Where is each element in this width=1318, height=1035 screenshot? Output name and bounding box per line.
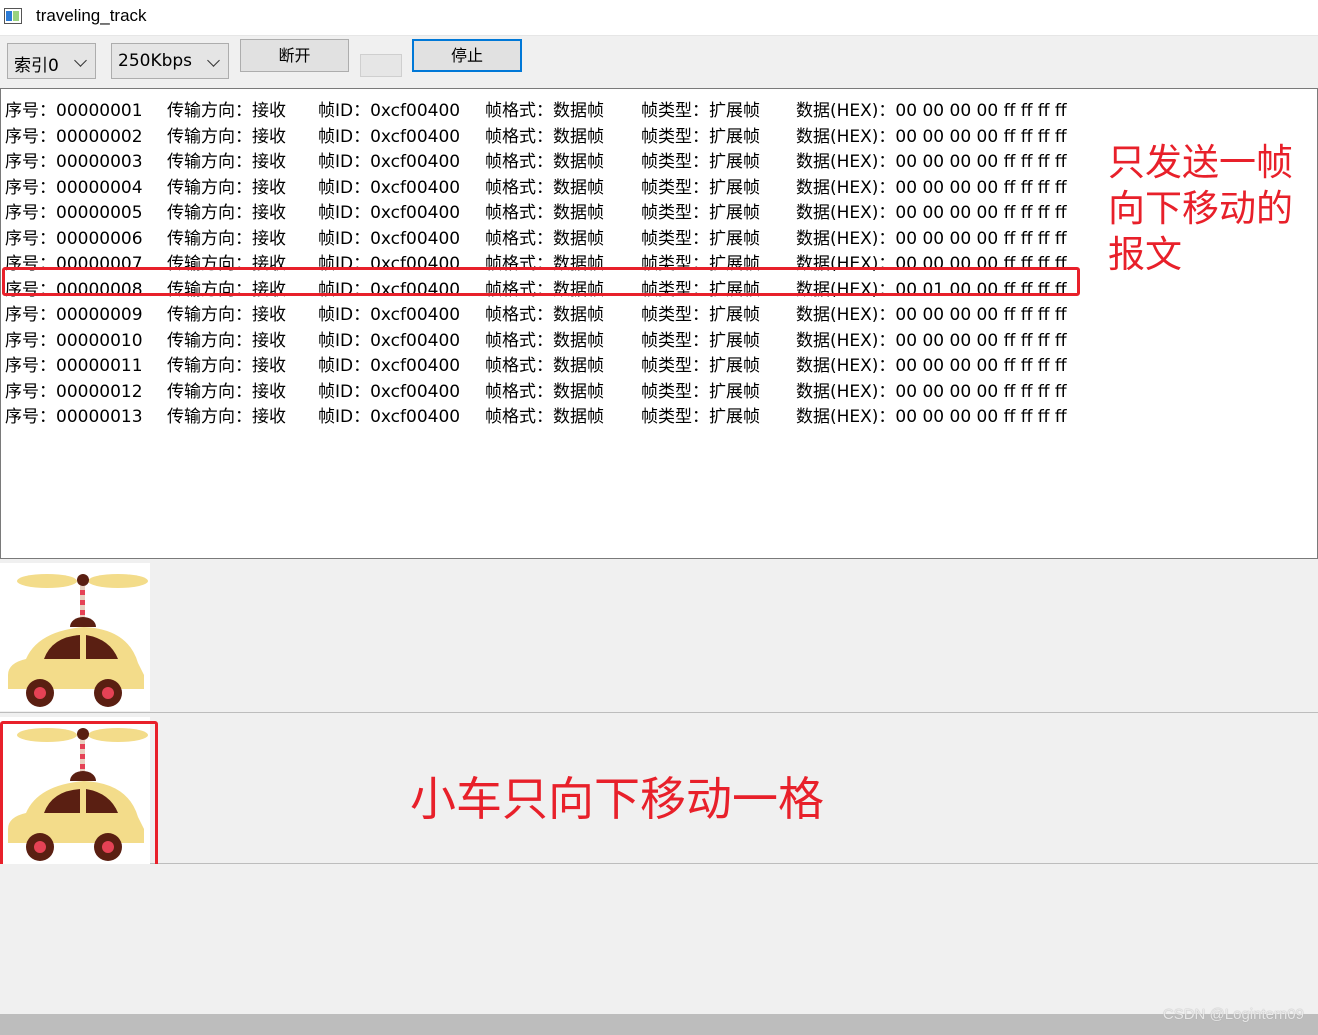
direction-cell: 传输方向：接收	[167, 407, 286, 427]
chevron-down-icon	[74, 54, 87, 67]
track-row-1	[0, 559, 1318, 713]
log-row[interactable]: 序号：00000002 传输方向：接收 帧ID：0xcf00400 帧格式：数据帧 帧类…	[5, 118, 1095, 147]
car-highlight-box	[0, 721, 158, 868]
app-window: traveling_track 索引0 250Kbps 断开 停止 序号：000…	[0, 0, 1318, 1035]
helicopter-car-icon	[8, 574, 148, 707]
frame-type-cell: 帧类型：扩展帧	[641, 407, 760, 427]
log-row[interactable]: 序号：00000012 传输方向：接收 帧ID：0xcf00400 帧格式：数据帧 帧类…	[5, 373, 1095, 402]
log-row[interactable]: 序号：00000011 传输方向：接收 帧ID：0xcf00400 帧格式：数据帧 帧类…	[5, 347, 1095, 376]
car-annotation: 小车只向下移动一格	[410, 772, 824, 826]
log-annotation: 只发送一帧向下移动的报文	[1108, 141, 1293, 276]
watermark: CSDN @Logintern09	[1162, 1006, 1304, 1023]
log-row[interactable]: 序号：00000001 传输方向：接收 帧ID：0xcf00400 帧格式：数据帧 帧类…	[5, 92, 1095, 121]
blank-control[interactable]	[360, 54, 402, 77]
hex-data-cell: 数据(HEX)：00 00 00 00 ff ff ff ff	[796, 407, 1067, 427]
car-slot	[0, 563, 150, 711]
log-row[interactable]: 序号：00000005 传输方向：接收 帧ID：0xcf00400 帧格式：数据帧 帧类…	[5, 194, 1095, 223]
log-row[interactable]: 序号：00000006 传输方向：接收 帧ID：0xcf00400 帧格式：数据帧 帧类…	[5, 220, 1095, 249]
track-row-3	[0, 864, 1318, 1014]
seq-cell: 序号：00000013	[5, 407, 143, 427]
status-bar	[0, 1014, 1318, 1035]
disconnect-button[interactable]: 断开	[240, 39, 349, 72]
frame-id-cell: 帧ID：0xcf00400	[318, 407, 461, 427]
app-icon	[4, 8, 22, 24]
device-index-value: 索引0	[14, 56, 59, 76]
log-row[interactable]: 序号：00000004 传输方向：接收 帧ID：0xcf00400 帧格式：数据帧 帧类…	[5, 169, 1095, 198]
log-row[interactable]: 序号：00000010 传输方向：接收 帧ID：0xcf00400 帧格式：数据帧 帧类…	[5, 322, 1095, 351]
window-title: traveling_track	[36, 6, 147, 25]
baud-rate-select[interactable]: 250Kbps	[111, 43, 229, 79]
log-row[interactable]: 序号：00000013 传输方向：接收 帧ID：0xcf00400 帧格式：数据帧 帧类…	[5, 398, 1095, 427]
frame-format-cell: 帧格式：数据帧	[485, 407, 604, 427]
log-row[interactable]: 序号：00000009 传输方向：接收 帧ID：0xcf00400 帧格式：数据帧 帧类…	[5, 296, 1095, 325]
log-row[interactable]: 序号：00000003 传输方向：接收 帧ID：0xcf00400 帧格式：数据帧 帧类…	[5, 143, 1095, 172]
device-index-select[interactable]: 索引0	[7, 43, 96, 79]
title-bar: traveling_track	[0, 0, 1318, 36]
toolbar: 索引0 250Kbps 断开 停止	[0, 35, 1318, 88]
baud-rate-value: 250Kbps	[118, 51, 193, 71]
chevron-down-icon	[207, 54, 220, 67]
highlighted-row-box	[2, 267, 1080, 296]
stop-button[interactable]: 停止	[412, 39, 522, 72]
